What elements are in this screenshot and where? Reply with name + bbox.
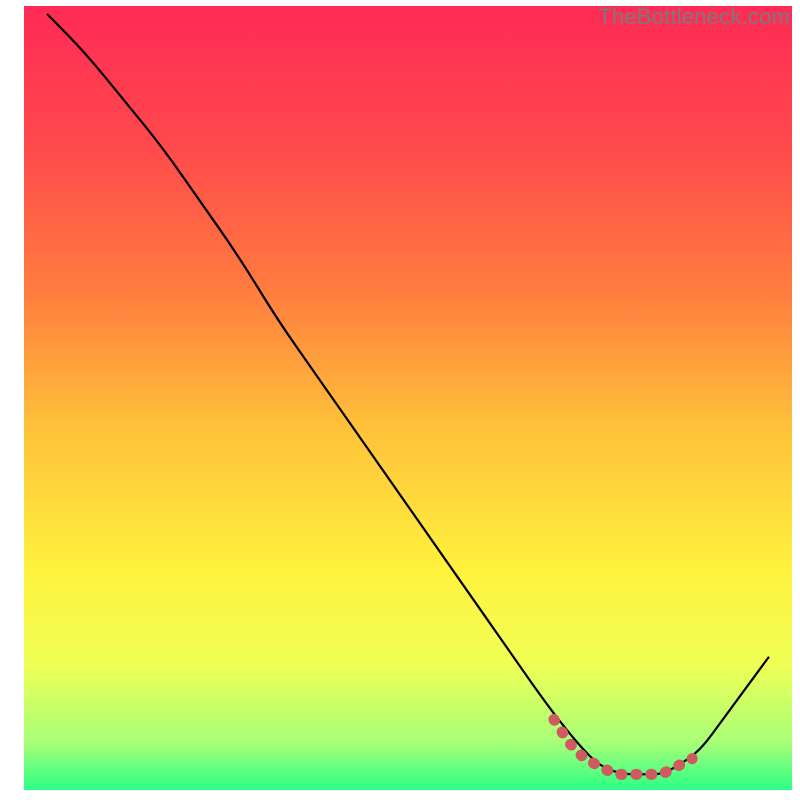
chart-container: TheBottleneck.com bbox=[0, 0, 800, 800]
chart-svg bbox=[0, 0, 800, 800]
chart-background-gradient bbox=[24, 6, 792, 790]
watermark-text: TheBottleneck.com bbox=[598, 4, 790, 30]
